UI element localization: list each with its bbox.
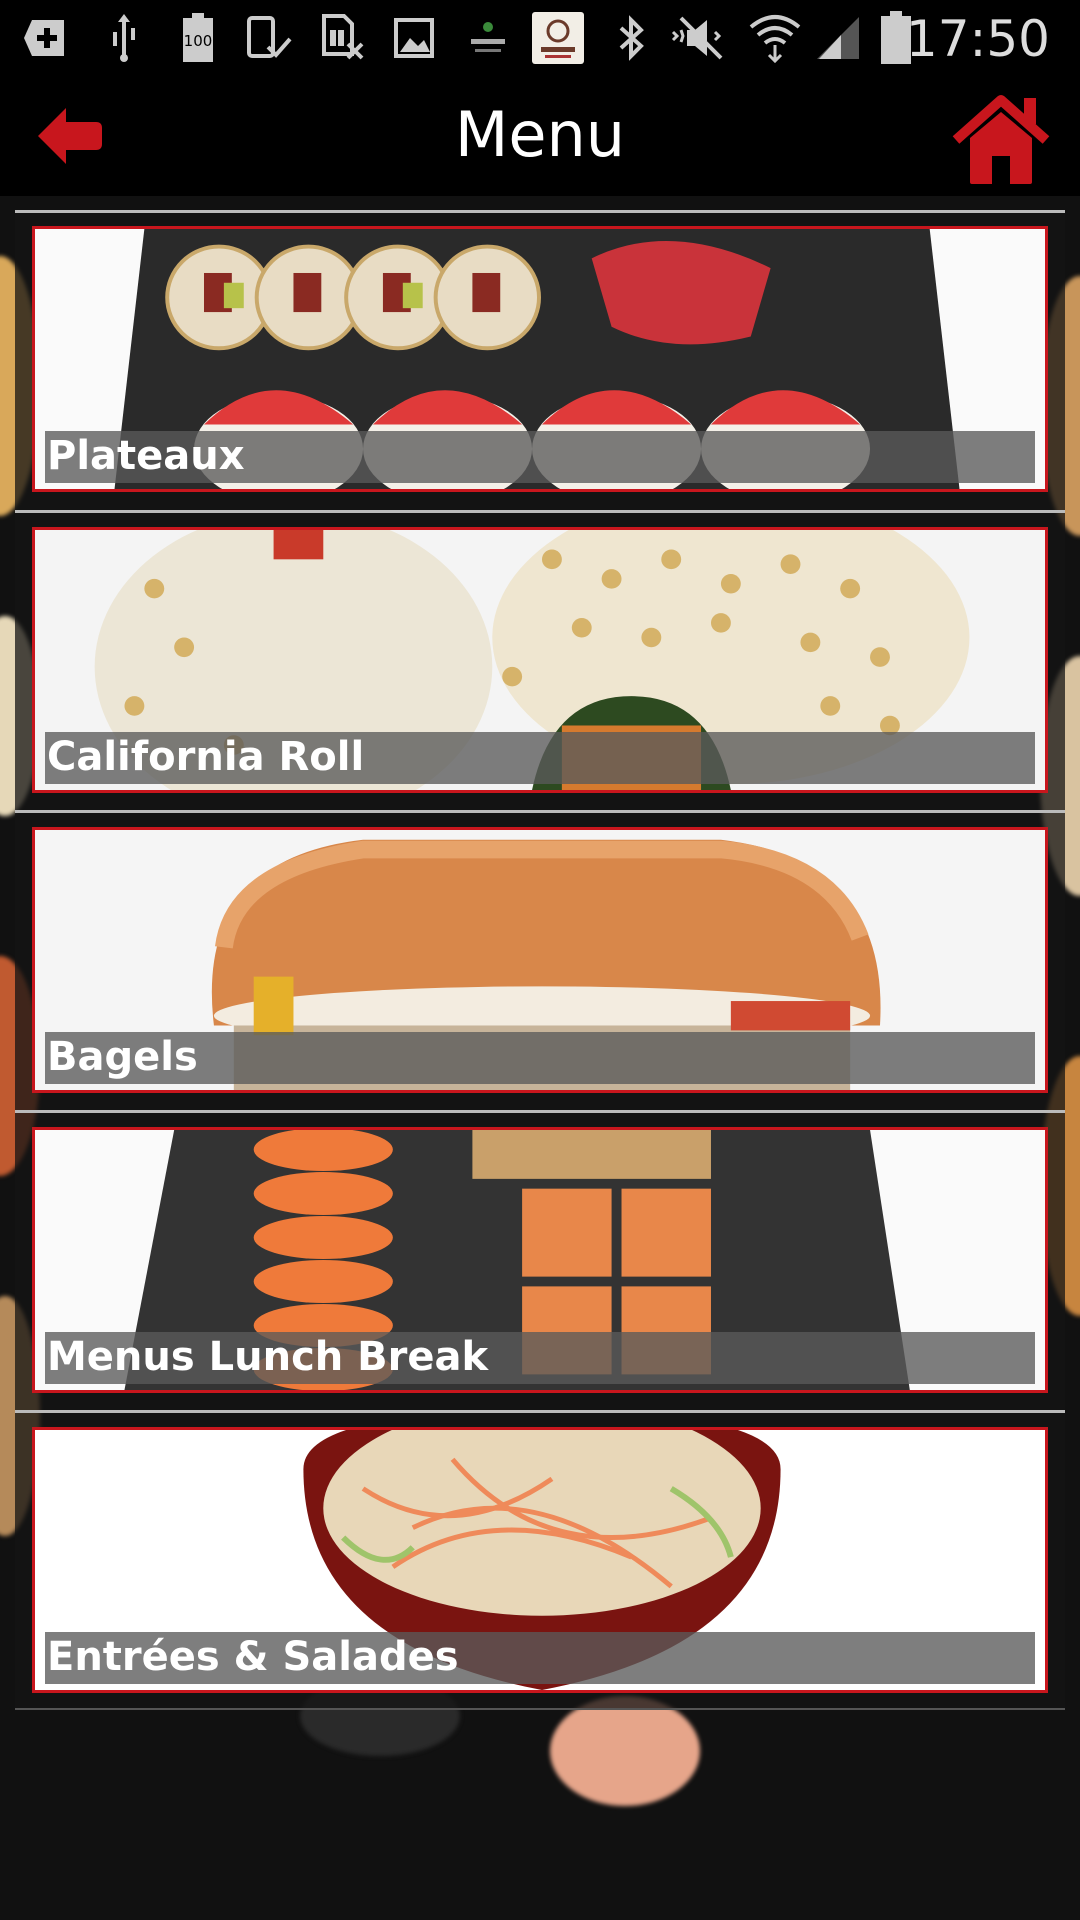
signal-icon xyxy=(812,14,862,62)
sim-x-icon xyxy=(320,14,366,62)
home-icon xyxy=(952,95,1050,184)
sortis-app-icon xyxy=(460,14,516,62)
home-button[interactable] xyxy=(952,94,1050,186)
bluetooth-icon xyxy=(612,14,652,62)
menu-item-label: California Roll xyxy=(47,734,365,780)
divider xyxy=(15,1708,1065,1710)
app-bar: Menu xyxy=(0,76,1080,196)
image-icon xyxy=(392,14,436,62)
menu-item-california-roll[interactable]: California Roll xyxy=(32,527,1048,793)
menu-item-label: Plateaux xyxy=(47,433,245,479)
usb-icon xyxy=(104,14,144,62)
menu-item-entrees-salades[interactable]: Entrées & Salades xyxy=(32,1427,1048,1693)
menu-item-label: Bagels xyxy=(47,1034,198,1080)
wifi-icon xyxy=(748,14,802,63)
menu-item-menus-lunch-break[interactable]: Menus Lunch Break xyxy=(32,1127,1048,1393)
tablet-check-icon xyxy=(246,14,292,62)
divider xyxy=(15,1110,1065,1113)
menu-item-label: Menus Lunch Break xyxy=(47,1334,489,1380)
page-title: Menu xyxy=(454,98,626,171)
divider xyxy=(15,1410,1065,1413)
divider xyxy=(15,810,1065,813)
status-bar: 100 17:50 xyxy=(0,0,1080,76)
menu-item-plateaux[interactable]: Plateaux xyxy=(32,226,1048,492)
status-time: 17:50 xyxy=(905,10,1050,68)
divider xyxy=(15,510,1065,513)
mute-icon xyxy=(668,14,728,62)
restaurant-app-icon xyxy=(530,12,586,64)
menu-item-label: Entrées & Salades xyxy=(47,1634,459,1680)
battery-level-text: 100 xyxy=(183,32,213,50)
battery-icon: 100 xyxy=(178,13,218,62)
add-box-icon xyxy=(22,14,68,62)
divider xyxy=(15,210,1065,213)
menu-item-bagels[interactable]: Bagels xyxy=(32,827,1048,1093)
